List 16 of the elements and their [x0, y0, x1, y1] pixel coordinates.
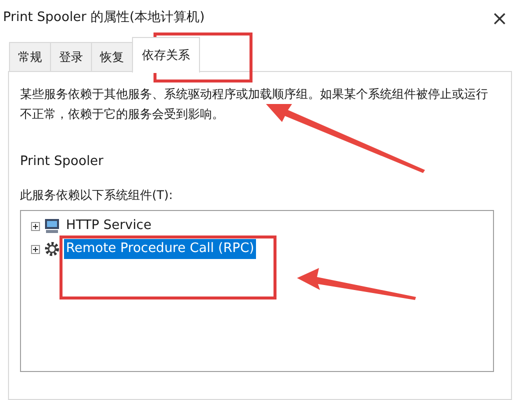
- dependency-tree[interactable]: HTTP Service Remote Procedure Call (RPC): [20, 210, 494, 372]
- expand-icon[interactable]: [31, 244, 40, 254]
- tab[interactable]: 依存关系: [132, 37, 200, 73]
- tree-item[interactable]: HTTP Service: [64, 216, 154, 236]
- dependencies-label: 此服务依赖以下系统组件(T):: [20, 186, 173, 204]
- description-text: 某些服务依赖于其他服务、系统驱动程序或加载顺序组。如果某个系统组件被停止或运行不正常，依赖于它的服务会受到影响。: [20, 86, 489, 123]
- window-title: Print Spooler 的属性(本地计算机): [3, 9, 205, 28]
- gear-icon: [44, 241, 60, 257]
- tab[interactable]: 常规: [9, 42, 51, 72]
- tab[interactable]: 恢复: [91, 42, 133, 72]
- computer-icon: [44, 218, 60, 234]
- close-button[interactable]: ×: [491, 8, 508, 28]
- tree-item[interactable]: Remote Procedure Call (RPC): [64, 239, 256, 259]
- expand-icon[interactable]: [31, 222, 40, 230]
- service-name: Print Spooler: [20, 153, 104, 171]
- tab[interactable]: 登录: [50, 42, 92, 72]
